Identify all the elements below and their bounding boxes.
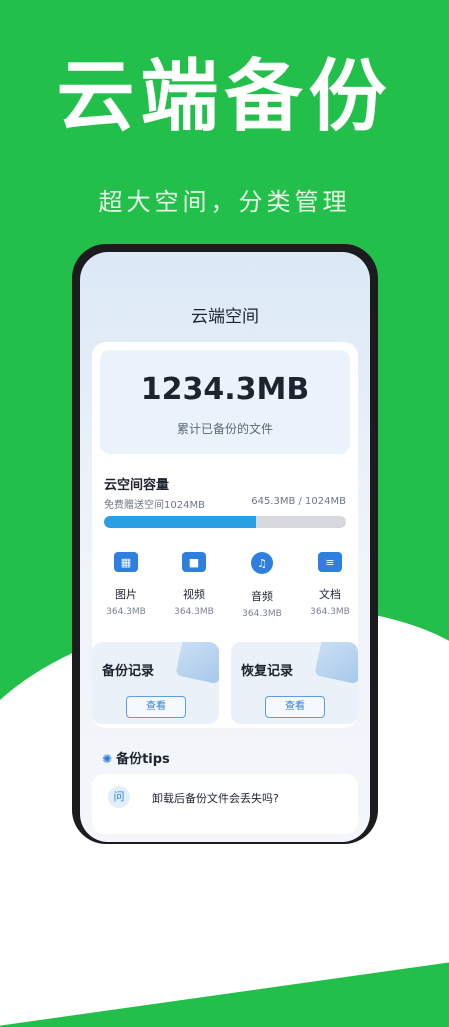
category-label: 视频 — [183, 588, 205, 601]
category-label: 图片 — [115, 588, 137, 601]
tips-heading: ✺ 备份tips — [102, 748, 170, 767]
backup-records-card: 备份记录 查看 — [92, 642, 219, 724]
phone-frame: 云端空间 1234.3MB 累计已备份的文件 云空间容量 免费赠送空间1024M… — [72, 244, 378, 844]
image-icon: ▦ — [114, 552, 138, 572]
page-title: 云端空间 — [191, 307, 259, 327]
total-backup-box: 1234.3MB 累计已备份的文件 — [100, 350, 350, 454]
view-backup-records-button[interactable]: 查看 — [126, 696, 186, 718]
category-images[interactable]: ▦ 图片 364.3MB — [96, 552, 156, 617]
category-label: 文档 — [319, 588, 341, 601]
total-backup-value: 1234.3MB — [140, 372, 310, 407]
backup-records-title: 备份记录 — [102, 664, 155, 679]
total-backup-label: 累计已备份的文件 — [176, 422, 273, 436]
music-icon: ♫ — [251, 552, 273, 574]
tip-item[interactable]: 问 卸载后备份文件会丢失吗? — [92, 774, 358, 834]
tips-title: 备份tips — [116, 752, 170, 767]
capacity-title: 云空间容量 — [104, 478, 170, 493]
category-documents[interactable]: ≡ 文档 364.3MB — [300, 552, 360, 617]
category-size: 364.3MB — [174, 607, 214, 617]
category-size: 364.3MB — [242, 609, 282, 619]
notepad-icon — [175, 642, 219, 685]
view-restore-records-button[interactable]: 查看 — [265, 696, 325, 718]
capacity-free-text: 免费赠送空间1024MB — [104, 500, 205, 511]
capacity-progress-bar — [104, 516, 346, 528]
capacity-progress-fill — [104, 516, 257, 528]
storage-card: 1234.3MB 累计已备份的文件 云空间容量 免费赠送空间1024MB 645… — [92, 342, 358, 728]
tip-question: 卸载后备份文件会丢失吗? — [152, 792, 279, 805]
notepad-icon — [314, 642, 358, 685]
restore-records-card: 恢复记录 查看 — [231, 642, 358, 724]
hero-subtitle: 超大空间，分类管理 — [98, 188, 351, 216]
question-icon: 问 — [108, 786, 130, 808]
category-videos[interactable]: ■ 视频 364.3MB — [164, 552, 224, 617]
video-camera-icon: ■ — [182, 552, 206, 572]
document-icon: ≡ — [318, 552, 342, 572]
category-audio[interactable]: ♫ 音频 364.3MB — [232, 552, 292, 619]
phone-screen: 云端空间 1234.3MB 累计已备份的文件 云空间容量 免费赠送空间1024M… — [80, 252, 370, 842]
category-size: 364.3MB — [310, 607, 350, 617]
capacity-usage-text: 645.3MB / 1024MB — [251, 496, 346, 507]
category-size: 364.3MB — [106, 607, 146, 617]
restore-records-title: 恢复记录 — [241, 664, 294, 679]
hero-title: 云端备份 — [56, 52, 393, 142]
category-label: 音频 — [251, 590, 273, 603]
lightbulb-icon: ✺ — [102, 752, 113, 766]
